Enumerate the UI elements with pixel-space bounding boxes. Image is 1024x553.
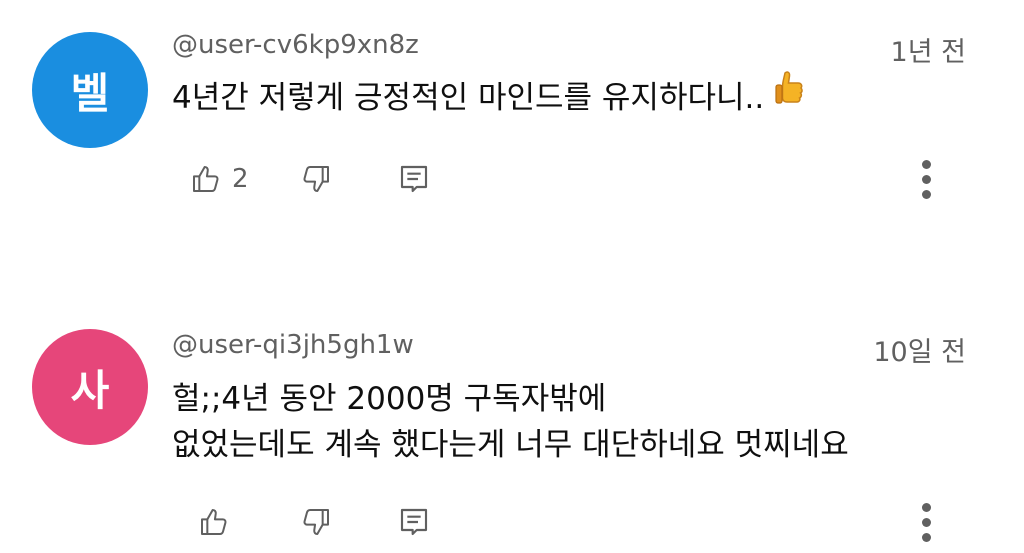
comment-text-line: 헐;;4년 동안 2000명 구독자밖에 <box>172 381 607 417</box>
comment-timestamp: 10일 전 <box>873 337 966 368</box>
more-options-button[interactable] <box>917 498 937 546</box>
like-button[interactable] <box>198 498 240 546</box>
dislike-button[interactable] <box>300 498 332 546</box>
reply-button[interactable] <box>398 498 430 546</box>
more-vert-icon <box>922 503 931 512</box>
more-vert-icon <box>922 533 931 542</box>
comment-actions <box>0 498 1024 546</box>
avatar[interactable]: 사 <box>32 329 148 445</box>
thumbs-up-icon <box>198 506 230 538</box>
avatar-letter: 사 <box>70 365 110 415</box>
more-vert-icon <box>922 518 931 527</box>
thumbs-down-icon <box>300 506 332 538</box>
comment-2: 사 @user-qi3jh5gh1w 10일 전 헐;;4년 동안 2000명 … <box>0 0 1024 553</box>
comment-username[interactable]: @user-qi3jh5gh1w <box>172 330 414 360</box>
comment-text: 헐;;4년 동안 2000명 구독자밖에 없었는데도 계속 했다는게 너무 대단… <box>172 376 849 468</box>
reply-icon <box>398 506 430 538</box>
comment-text-line: 없었는데도 계속 했다는게 너무 대단하네요 멋찌네요 <box>172 427 849 463</box>
